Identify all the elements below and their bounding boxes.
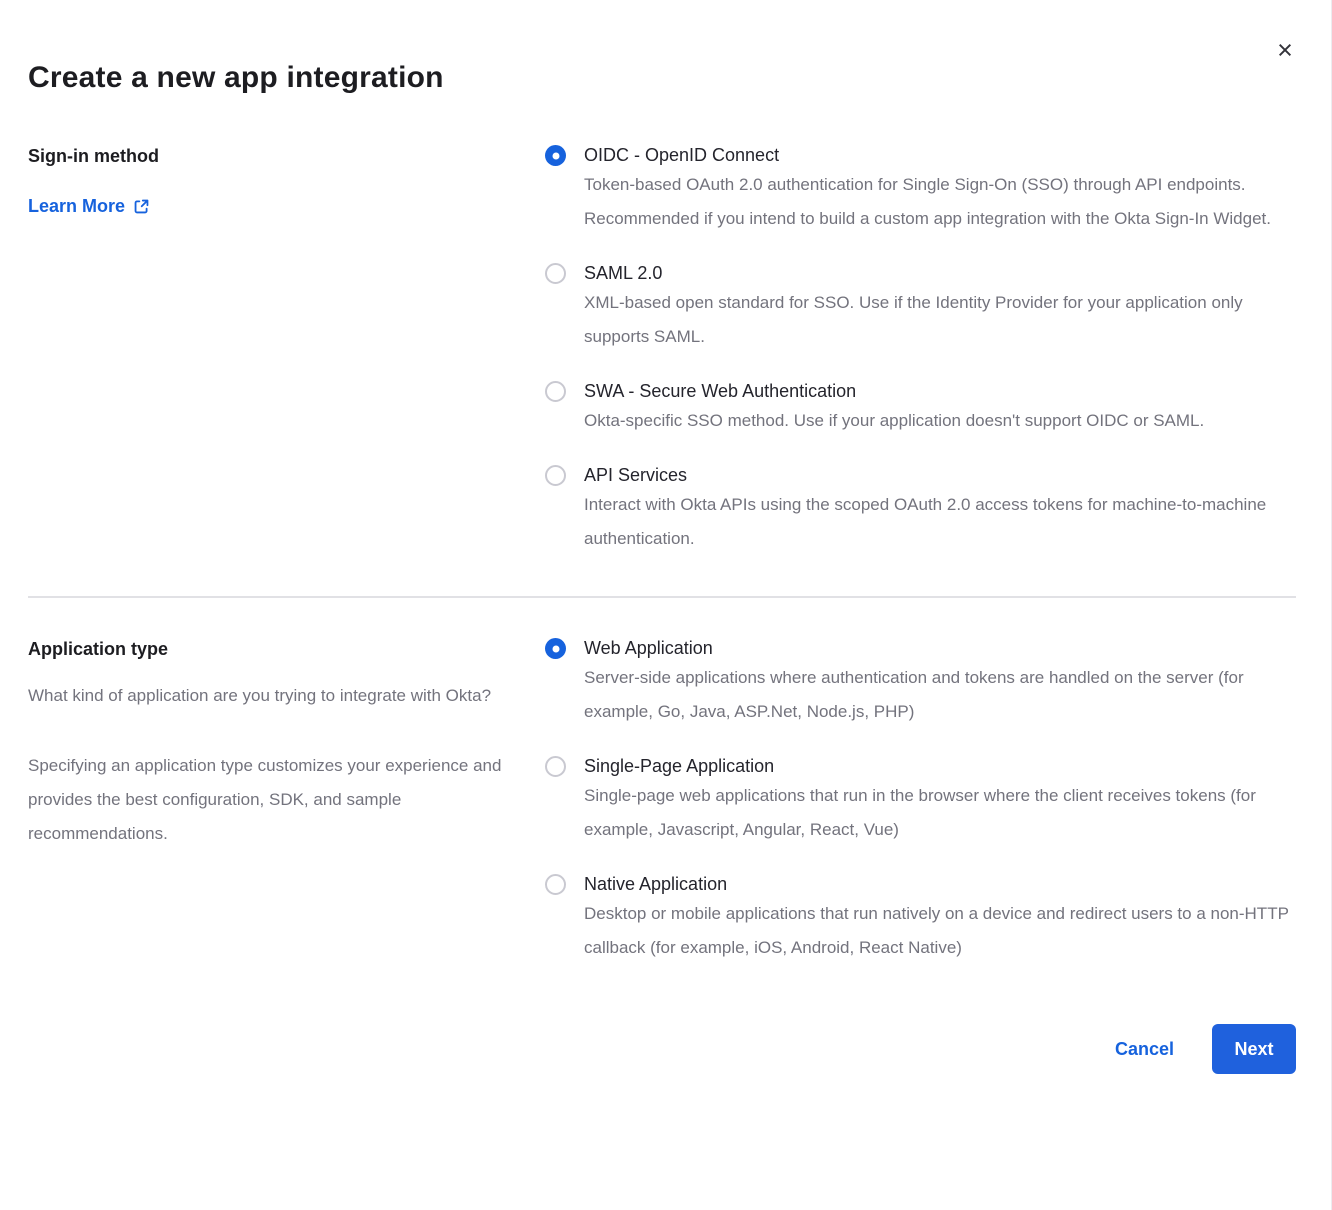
signin-method-heading: Sign-in method xyxy=(28,144,525,168)
option-label: Native Application xyxy=(584,873,1296,896)
application-type-section: Application type What kind of applicatio… xyxy=(28,637,1296,965)
application-type-help-text: Specifying an application type customize… xyxy=(28,749,508,851)
option-label: Single-Page Application xyxy=(584,755,1296,778)
option-label: API Services xyxy=(584,464,1296,487)
create-app-integration-dialog: Create a new app integration Sign-in met… xyxy=(0,0,1331,1074)
radio-button-api-services[interactable] xyxy=(545,465,566,486)
option-description: Desktop or mobile applications that run … xyxy=(584,897,1296,965)
page-title: Create a new app integration xyxy=(28,58,1296,98)
option-description: Server-side applications where authentic… xyxy=(584,661,1296,729)
signin-method-section: Sign-in method Learn More OIDC - OpenID … xyxy=(28,144,1296,556)
radio-button-single-page-application[interactable] xyxy=(545,756,566,777)
external-link-icon xyxy=(133,198,150,215)
radio-button-swa[interactable] xyxy=(545,381,566,402)
option-description: Interact with Okta APIs using the scoped… xyxy=(584,488,1296,556)
radio-button-saml[interactable] xyxy=(545,263,566,284)
signin-option-oidc[interactable]: OIDC - OpenID Connect Token-based OAuth … xyxy=(545,144,1296,236)
learn-more-link[interactable]: Learn More xyxy=(28,194,150,218)
radio-button-native-application[interactable] xyxy=(545,874,566,895)
close-icon[interactable]: × xyxy=(1271,36,1299,64)
option-description: Token-based OAuth 2.0 authentication for… xyxy=(584,168,1296,236)
apptype-option-spa[interactable]: Single-Page Application Single-page web … xyxy=(545,755,1296,847)
learn-more-label: Learn More xyxy=(28,194,125,218)
option-description: XML-based open standard for SSO. Use if … xyxy=(584,286,1296,354)
application-type-question: What kind of application are you trying … xyxy=(28,679,508,713)
radio-button-oidc[interactable] xyxy=(545,145,566,166)
cancel-button[interactable]: Cancel xyxy=(1115,1039,1174,1060)
section-divider xyxy=(28,596,1296,598)
radio-button-web-application[interactable] xyxy=(545,638,566,659)
signin-option-api-services[interactable]: API Services Interact with Okta APIs usi… xyxy=(545,464,1296,556)
application-type-heading: Application type xyxy=(28,637,525,661)
dialog-footer: Cancel Next xyxy=(28,1024,1296,1074)
option-description: Okta-specific SSO method. Use if your ap… xyxy=(584,404,1204,438)
apptype-option-native[interactable]: Native Application Desktop or mobile app… xyxy=(545,873,1296,965)
signin-option-saml[interactable]: SAML 2.0 XML-based open standard for SSO… xyxy=(545,262,1296,354)
next-button[interactable]: Next xyxy=(1212,1024,1296,1074)
option-label: SAML 2.0 xyxy=(584,262,1296,285)
signin-option-swa[interactable]: SWA - Secure Web Authentication Okta-spe… xyxy=(545,380,1296,438)
option-label: OIDC - OpenID Connect xyxy=(584,144,1296,167)
apptype-option-web[interactable]: Web Application Server-side applications… xyxy=(545,637,1296,729)
option-label: SWA - Secure Web Authentication xyxy=(584,380,1204,403)
option-label: Web Application xyxy=(584,637,1296,660)
option-description: Single-page web applications that run in… xyxy=(584,779,1296,847)
